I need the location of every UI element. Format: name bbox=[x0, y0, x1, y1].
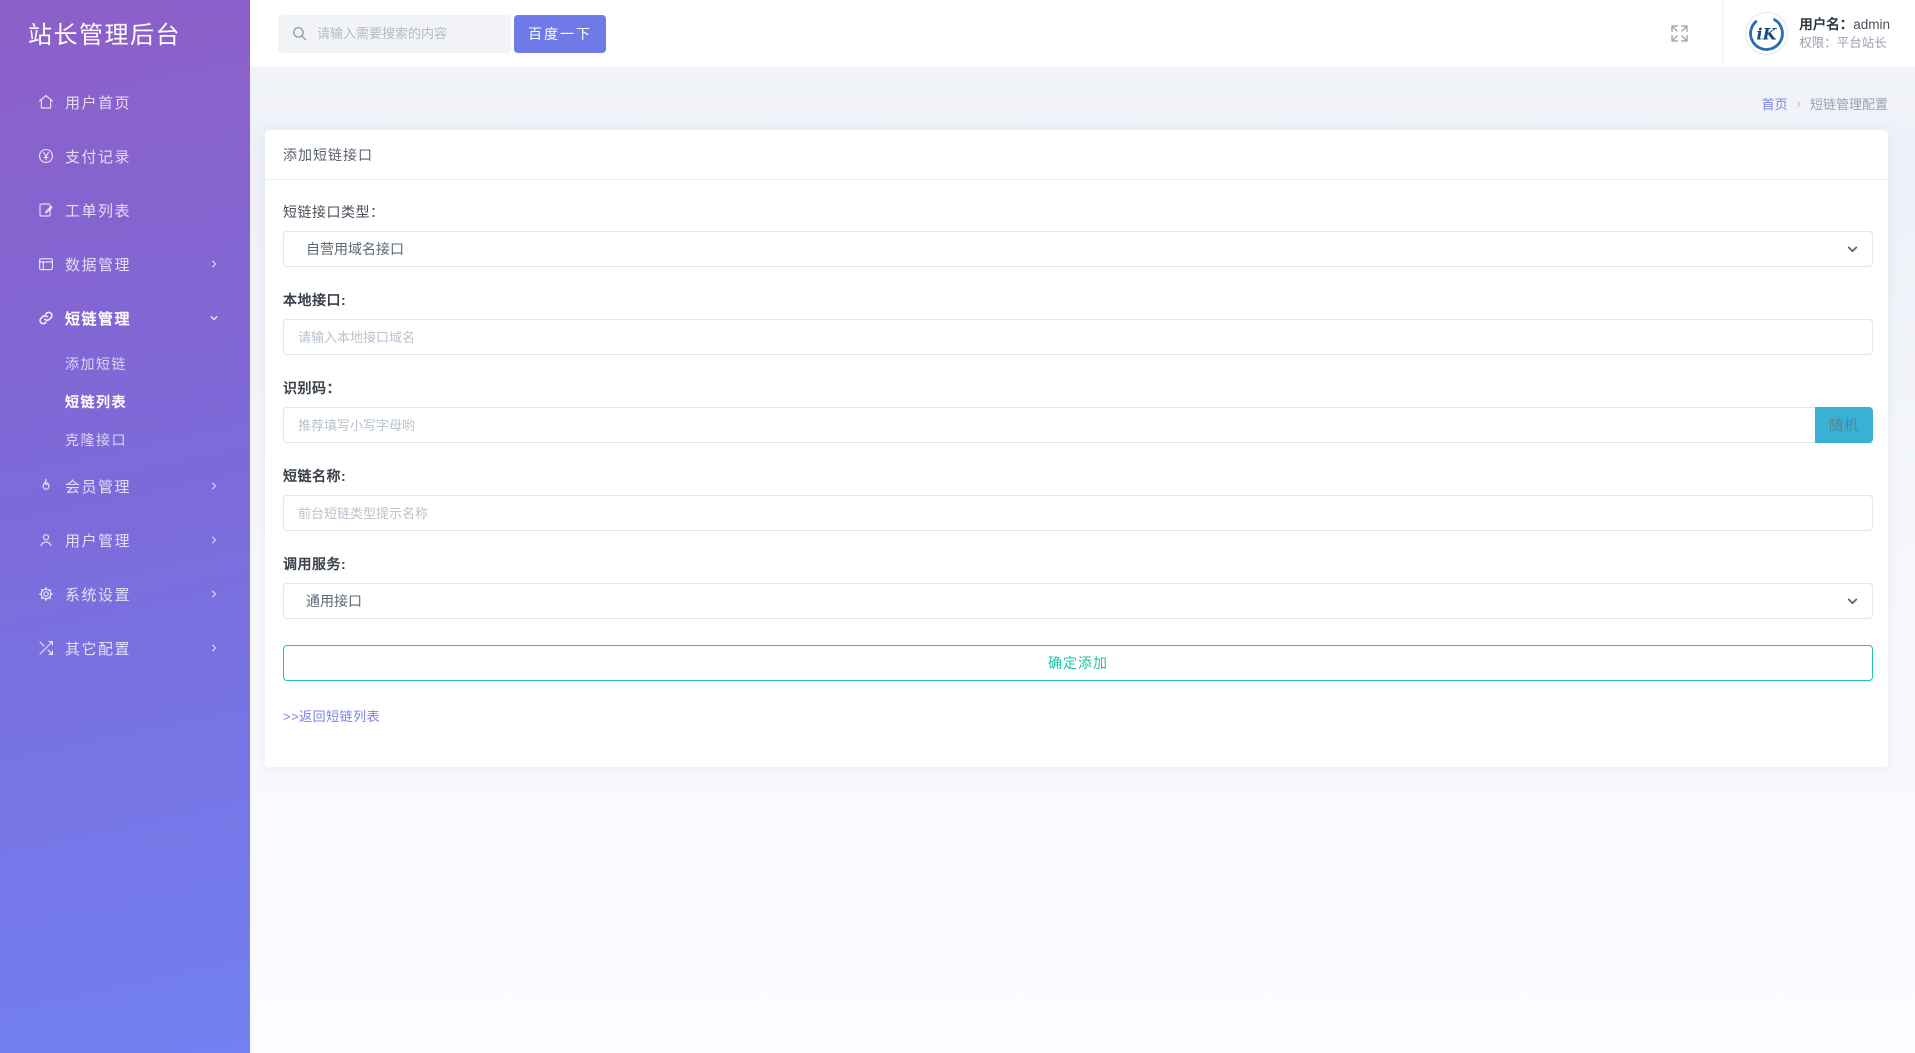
shortlink-name-field bbox=[283, 495, 1873, 531]
fullscreen-icon[interactable] bbox=[1669, 23, 1690, 44]
sidebar-item-ticket-list[interactable]: 工单列表 bbox=[0, 183, 250, 237]
shortlink-name-label: 短链名称: bbox=[283, 468, 347, 484]
chevron-right-icon bbox=[208, 588, 220, 600]
avatar-logo-text: iK bbox=[1757, 24, 1778, 43]
user-name-line: 用户名：admin bbox=[1799, 16, 1890, 32]
link-icon bbox=[37, 309, 55, 327]
shortlink-submenu: 添加短链 短链列表 克隆接口 bbox=[0, 345, 250, 459]
sidebar-item-user-management[interactable]: 用户管理 bbox=[0, 513, 250, 567]
sidebar-item-label: 数据管理 bbox=[65, 256, 132, 274]
chevron-right-icon bbox=[208, 480, 220, 492]
code-input[interactable] bbox=[283, 407, 1815, 443]
chevron-right-icon bbox=[208, 534, 220, 546]
topbar: 百度一下 iK 用户名：admin 权限：平台站长 bbox=[250, 0, 1915, 67]
service-select[interactable]: 通用接口 bbox=[283, 583, 1873, 619]
sidebar-item-label: 支付记录 bbox=[65, 148, 132, 166]
sidebar-subitem-shortlink-list[interactable]: 短链列表 bbox=[0, 383, 250, 421]
sidebar-item-label: 短链管理 bbox=[65, 310, 132, 328]
card-title: 添加短链接口 bbox=[265, 130, 1888, 180]
flame-icon bbox=[37, 477, 55, 495]
sidebar-item-label: 用户首页 bbox=[65, 94, 132, 112]
baidu-search-button[interactable]: 百度一下 bbox=[514, 14, 606, 53]
search-box bbox=[278, 14, 511, 53]
sidebar-item-label: 工单列表 bbox=[65, 202, 132, 220]
sidebar-item-system-settings[interactable]: 系统设置 bbox=[0, 567, 250, 621]
service-label: 调用服务: bbox=[283, 556, 347, 572]
user-name: admin bbox=[1853, 16, 1890, 32]
local-api-field bbox=[283, 319, 1873, 355]
chevron-right-icon bbox=[208, 642, 220, 654]
sidebar-nav: 用户首页 支付记录 工单列表 数据管理 短链管理 添加短链 短链列表 克隆接口 … bbox=[0, 75, 250, 675]
search-input[interactable] bbox=[317, 26, 495, 41]
topbar-right: iK 用户名：admin 权限：平台站长 bbox=[1669, 0, 1890, 67]
sidebar-item-user-home[interactable]: 用户首页 bbox=[0, 75, 250, 129]
sidebar: 站长管理后台 用户首页 支付记录 工单列表 数据管理 短链管理 添加短链 短链列… bbox=[0, 0, 250, 1053]
user-role: 平台站长 bbox=[1836, 36, 1887, 51]
main-content: 首页 › 短链管理配置 添加短链接口 短链接口类型： 自营用域名接口 本地接口:… bbox=[250, 67, 1915, 1053]
shortlink-name-input[interactable] bbox=[283, 495, 1873, 531]
breadcrumb-separator-icon: › bbox=[1796, 96, 1801, 111]
user-role-line: 权限：平台站长 bbox=[1799, 36, 1887, 51]
sidebar-subitem-add-shortlink[interactable]: 添加短链 bbox=[0, 345, 250, 383]
sidebar-item-label: 用户管理 bbox=[65, 532, 132, 550]
code-field: 随机 bbox=[283, 407, 1873, 443]
sidebar-item-label: 其它配置 bbox=[65, 640, 132, 658]
local-api-input[interactable] bbox=[283, 319, 1873, 355]
app-title: 站长管理后台 bbox=[28, 22, 181, 49]
user-icon bbox=[37, 531, 55, 549]
back-to-shortlink-list-link[interactable]: >>返回短链列表 bbox=[283, 706, 380, 725]
avatar: iK bbox=[1745, 12, 1789, 55]
api-type-select[interactable]: 自营用域名接口 bbox=[283, 231, 1873, 267]
shuffle-icon bbox=[37, 639, 55, 657]
api-type-field: 自营用域名接口 bbox=[283, 231, 1873, 267]
add-shortlink-card: 添加短链接口 短链接口类型： 自营用域名接口 本地接口: 识别码： 随机 短链名… bbox=[265, 130, 1888, 767]
code-label: 识别码： bbox=[283, 380, 341, 396]
data-icon bbox=[37, 255, 55, 273]
service-field: 通用接口 bbox=[283, 583, 1873, 619]
breadcrumb-home-link[interactable]: 首页 bbox=[1762, 94, 1788, 113]
user-meta: 用户名：admin 权限：平台站长 bbox=[1799, 15, 1890, 53]
user-menu[interactable]: iK 用户名：admin 权限：平台站长 bbox=[1745, 12, 1890, 55]
search-icon bbox=[291, 25, 308, 42]
breadcrumb: 首页 › 短链管理配置 bbox=[250, 67, 1915, 113]
add-shortlink-form: 短链接口类型： 自营用域名接口 本地接口: 识别码： 随机 短链名称: bbox=[265, 180, 1888, 767]
chevron-right-icon bbox=[208, 258, 220, 270]
topbar-divider bbox=[1722, 0, 1724, 67]
sidebar-item-shortlink-management[interactable]: 短链管理 bbox=[0, 291, 250, 345]
ticket-icon bbox=[37, 201, 55, 219]
sidebar-item-label: 会员管理 bbox=[65, 478, 132, 496]
chevron-down-icon bbox=[208, 312, 220, 324]
local-api-label: 本地接口: bbox=[283, 292, 347, 308]
sidebar-subitem-clone-api[interactable]: 克隆接口 bbox=[0, 421, 250, 459]
confirm-add-button[interactable]: 确定添加 bbox=[283, 645, 1873, 681]
sidebar-item-payment-records[interactable]: 支付记录 bbox=[0, 129, 250, 183]
sidebar-item-member-management[interactable]: 会员管理 bbox=[0, 459, 250, 513]
random-code-button[interactable]: 随机 bbox=[1815, 407, 1873, 443]
yen-circle-icon bbox=[37, 147, 55, 165]
sidebar-item-other-config[interactable]: 其它配置 bbox=[0, 621, 250, 675]
api-type-label: 短链接口类型： bbox=[283, 204, 385, 220]
sidebar-item-label: 系统设置 bbox=[65, 586, 132, 604]
gear-icon bbox=[37, 585, 55, 603]
breadcrumb-current: 短链管理配置 bbox=[1809, 97, 1888, 112]
home-icon bbox=[37, 93, 55, 111]
sidebar-item-data-management[interactable]: 数据管理 bbox=[0, 237, 250, 291]
